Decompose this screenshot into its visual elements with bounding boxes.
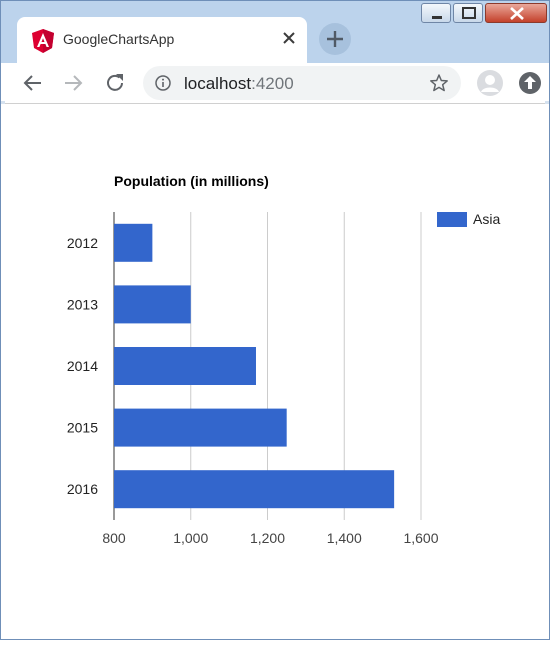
y-category-label: 2014 <box>67 358 98 374</box>
url-host: localhost <box>184 74 252 93</box>
bar <box>114 223 153 262</box>
y-category-label: 2016 <box>67 481 98 497</box>
x-tick-label: 1,200 <box>250 530 285 546</box>
x-tick-label: 1,000 <box>173 530 208 546</box>
browser-window: GoogleChartsApp localhost:4200 Populatio… <box>0 0 550 640</box>
title-bar: GoogleChartsApp <box>1 1 549 63</box>
reload-icon[interactable] <box>103 71 127 95</box>
star-icon[interactable] <box>429 73 449 93</box>
minimize-icon <box>432 16 442 19</box>
window-close-button[interactable] <box>485 3 547 23</box>
info-icon[interactable] <box>155 75 171 91</box>
population-bar-chart: Population (in millions) 800 1,000 1,200 1,4… <box>67 173 501 546</box>
window-close-icon <box>510 7 524 20</box>
x-tick-label: 1,600 <box>403 530 438 546</box>
maximize-button[interactable] <box>453 3 483 23</box>
browser-tab[interactable]: GoogleChartsApp <box>17 17 307 63</box>
minimize-button[interactable] <box>421 3 451 23</box>
maximize-icon <box>462 7 476 19</box>
window-controls <box>421 3 549 25</box>
address-bar[interactable]: localhost:4200 <box>143 66 461 100</box>
plus-icon <box>327 31 343 47</box>
browser-toolbar: localhost:4200 <box>1 63 549 104</box>
chart-title: Population (in millions) <box>114 173 269 189</box>
arrow-left-icon[interactable] <box>21 71 45 95</box>
arrow-right-icon[interactable] <box>61 71 85 95</box>
y-category-label: 2012 <box>67 235 98 251</box>
update-icon[interactable] <box>518 71 542 95</box>
url-text: localhost:4200 <box>184 74 294 94</box>
close-icon[interactable] <box>279 27 299 49</box>
y-category-label: 2015 <box>67 420 98 436</box>
bar <box>114 408 287 447</box>
x-tick-label: 1,400 <box>327 530 362 546</box>
bar <box>114 470 395 509</box>
bar <box>114 285 191 324</box>
angular-logo-icon <box>32 29 54 53</box>
bar <box>114 347 256 385</box>
legend-swatch <box>437 212 467 227</box>
new-tab-button[interactable] <box>319 23 351 55</box>
legend-label: Asia <box>473 211 500 227</box>
x-tick-label: 800 <box>102 530 126 546</box>
profile-icon[interactable] <box>476 69 504 97</box>
url-port: :4200 <box>251 74 294 93</box>
tab-title: GoogleChartsApp <box>63 31 175 47</box>
y-category-label: 2013 <box>67 296 98 312</box>
page-content: Population (in millions) 800 1,000 1,200 1,4… <box>1 104 549 639</box>
